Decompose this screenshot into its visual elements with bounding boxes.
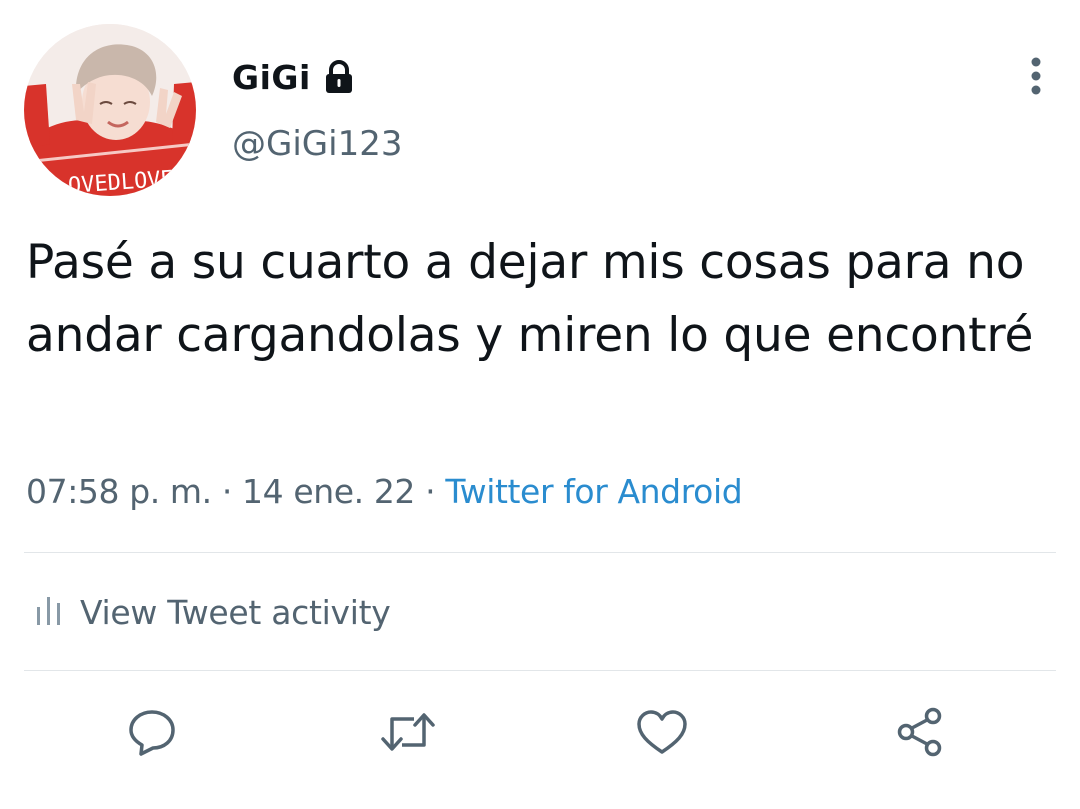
reply-button[interactable] <box>122 704 182 764</box>
bar-chart-icon <box>34 593 64 631</box>
tweet-text: Pasé a su cuarto a dejar mis cosas para … <box>26 235 1034 363</box>
divider <box>24 552 1056 553</box>
divider <box>24 670 1056 671</box>
meta-separator: · <box>425 472 436 511</box>
view-activity-button[interactable]: View Tweet activity <box>34 588 391 636</box>
user-handle[interactable]: @GiGi123 <box>232 124 402 164</box>
retweet-button[interactable] <box>378 704 438 764</box>
more-options-icon[interactable] <box>1016 56 1056 96</box>
tweet-meta: 07:58 p. m. · 14 ene. 22 · Twitter for A… <box>26 472 743 511</box>
like-button[interactable] <box>632 704 692 764</box>
share-icon <box>893 707 947 761</box>
meta-separator: · <box>221 472 232 511</box>
display-name-row: GiGi <box>232 52 355 102</box>
share-button[interactable] <box>890 704 950 764</box>
tweet-time: 07:58 p. m. <box>26 472 212 511</box>
tweet-source-link[interactable]: Twitter for Android <box>445 472 742 511</box>
reply-icon <box>127 708 177 760</box>
heart-icon <box>635 708 689 760</box>
avatar[interactable]: OVEDLOVE <box>24 24 196 196</box>
tweet-date: 14 ene. 22 <box>242 472 416 511</box>
avatar-image: OVEDLOVE <box>24 24 196 196</box>
lock-icon <box>323 60 355 94</box>
retweet-icon <box>380 709 436 759</box>
view-activity-label: View Tweet activity <box>80 592 391 632</box>
display-name[interactable]: GiGi <box>232 58 311 97</box>
